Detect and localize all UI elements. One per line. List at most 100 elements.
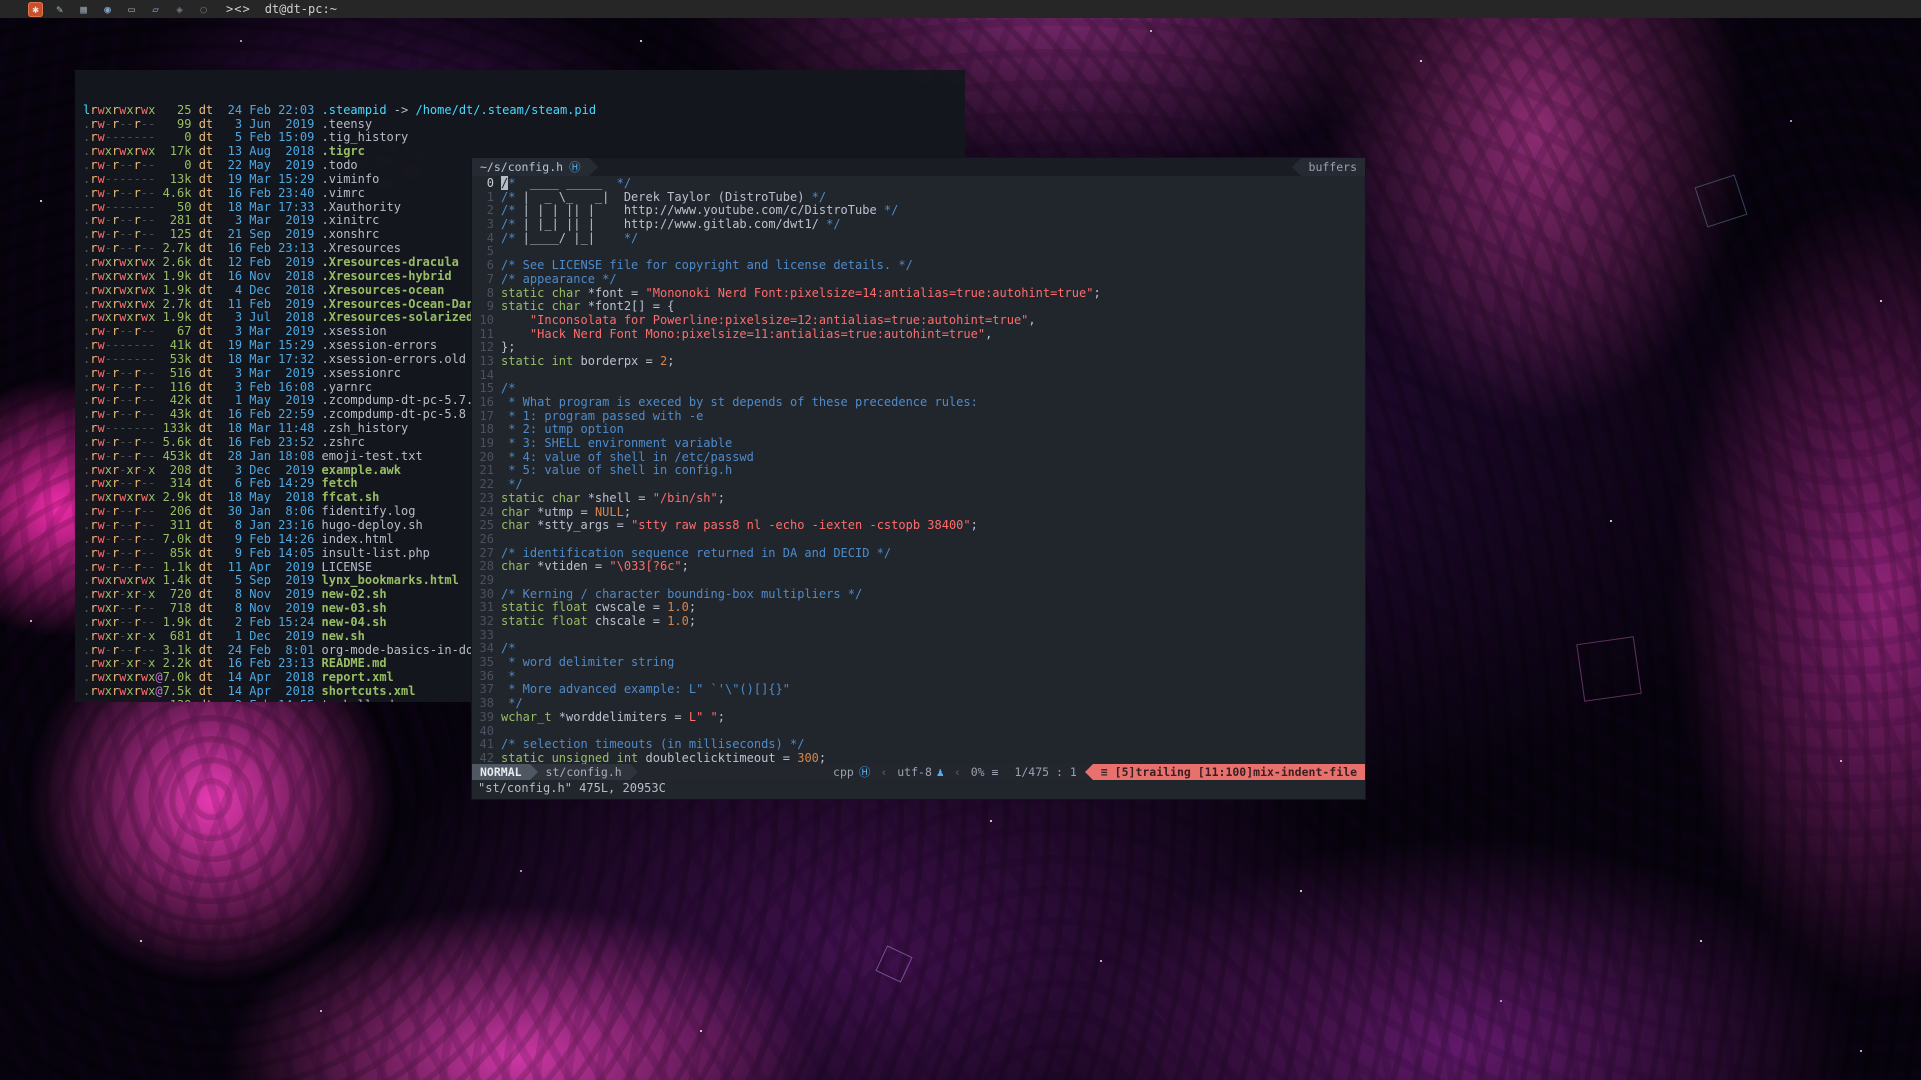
symlink-target: /home/dt/.steam/steam.pid: [415, 103, 596, 117]
file-size: 67: [163, 324, 199, 338]
file-size: 7.0k: [163, 670, 199, 684]
code-line: 10 "Inconsolata for Powerline:pixelsize=…: [472, 314, 1365, 328]
file-date: 16 Feb 22:59: [228, 407, 322, 421]
file-owner: dt: [199, 435, 213, 449]
file-owner: dt: [199, 504, 213, 518]
file-date: 8 Nov 2019: [228, 601, 322, 615]
file-date: 30 Jan 8:06: [228, 504, 322, 518]
thin-separator: ‹: [952, 764, 963, 780]
file-date: 6 Feb 14:29: [228, 476, 322, 490]
line-number: 33: [472, 629, 494, 643]
file-size: 41k: [163, 338, 199, 352]
workspace-icon-camera[interactable]: ◉: [100, 2, 115, 17]
file-name: .steampid: [322, 103, 387, 117]
file-owner: dt: [199, 698, 213, 702]
statusline-position: 1/475 : 1: [1006, 764, 1084, 780]
workspace-icon-settings[interactable]: ✱: [28, 2, 43, 17]
statusline-warnings: ≡ [5]trailing [11:100]mix-indent-file: [1093, 764, 1365, 780]
file-owner: dt: [199, 366, 213, 380]
line-number: 0: [472, 177, 494, 191]
file-size: 1.9k: [163, 310, 199, 324]
workspace-icon-files[interactable]: ▱: [148, 2, 163, 17]
file-owner: dt: [199, 380, 213, 394]
file-permissions: .rwxrwxrwx: [83, 283, 163, 297]
statusline-filetype: cppⒽ: [825, 764, 878, 780]
file-size: 3.1k: [163, 643, 199, 657]
file-size: 42k: [163, 393, 199, 407]
linux-icon: ♟: [937, 765, 944, 779]
file-owner: dt: [199, 421, 213, 435]
file-name: LICENSE: [322, 560, 373, 574]
file-permissions: .rw-------: [83, 352, 163, 366]
file-owner: dt: [199, 144, 213, 158]
file-date: 3 Mar 2019: [228, 213, 322, 227]
workspace-icon-media[interactable]: ◈: [172, 2, 187, 17]
file-date: 8 Jan 23:16: [228, 518, 322, 532]
buffers-tab[interactable]: buffers: [1301, 158, 1365, 176]
file-date: 2 Feb 14:55: [228, 698, 322, 702]
file-permissions: .rw-r--r--: [83, 449, 163, 463]
file-name: .yarnrc: [322, 380, 373, 394]
line-number: 41: [472, 738, 494, 752]
code-area[interactable]: 0/* ____ _____ */1/* | _ \_ _| Derek Tay…: [472, 176, 1365, 764]
workspace-icon-web[interactable]: ○: [196, 2, 211, 17]
file-owner: dt: [199, 297, 213, 311]
file-permissions: .rw-r--r--: [83, 393, 163, 407]
code-line: 39wchar_t *worddelimiters = L" ";: [472, 711, 1365, 725]
line-number: 24: [472, 506, 494, 520]
file-size: 2.9k: [163, 490, 199, 504]
file-size: 281: [163, 213, 199, 227]
file-permissions: .rw-r--r--: [83, 324, 163, 338]
file-permissions: .rwxrwxrwx@: [83, 670, 163, 684]
file-owner: dt: [199, 587, 213, 601]
line-number: 14: [472, 369, 494, 383]
file-permissions: .rw-r--r--: [83, 241, 163, 255]
editor-window[interactable]: ~/s/config.hⒽ buffers 0/* ____ _____ */1…: [472, 158, 1365, 799]
workspace-icon-chart[interactable]: ▦: [76, 2, 91, 17]
whitespace-icon: ≡: [1101, 765, 1108, 779]
line-number: 12: [472, 341, 494, 355]
file-size: 116: [163, 380, 199, 394]
file-size: 0: [163, 158, 199, 172]
file-date: 5 Sep 2019: [228, 573, 322, 587]
file-size: 453k: [163, 449, 199, 463]
tab-config-h[interactable]: ~/s/config.hⒽ: [472, 158, 589, 176]
file-permissions: .rwxrwxrwx: [83, 310, 163, 324]
file-owner: dt: [199, 227, 213, 241]
line-number: 39: [472, 711, 494, 725]
workspace-icon-display[interactable]: ▭: [124, 2, 139, 17]
file-date: 24 Feb 22:03: [228, 103, 322, 117]
line-number: 22: [472, 478, 494, 492]
file-owner: dt: [199, 546, 213, 560]
file-name: shortcuts.xml: [322, 684, 416, 698]
header-file-icon: Ⓗ: [569, 159, 581, 175]
file-permissions: .rw-r--r--: [83, 435, 163, 449]
line-number: 28: [472, 560, 494, 574]
code-line: 1/* | _ \_ _| Derek Taylor (DistroTube) …: [472, 191, 1365, 205]
file-size: 314: [163, 476, 199, 490]
line-number: 3: [472, 218, 494, 232]
file-date: 21 Sep 2019: [228, 227, 322, 241]
code-line: 19 * 3: SHELL environment variable: [472, 437, 1365, 451]
workspace-icons: ✱ ✎ ▦ ◉ ▭ ▱ ◈ ○: [28, 2, 220, 17]
line-number: 2: [472, 204, 494, 218]
code-line: 33: [472, 629, 1365, 643]
file-owner: dt: [199, 310, 213, 324]
cursor-position: 1/475: [1014, 765, 1049, 779]
file-name: .tig_history: [322, 130, 409, 144]
file-permissions: lrwxrwxrwx: [83, 103, 163, 117]
line-number: 35: [472, 656, 494, 670]
file-date: 19 Mar 15:29: [228, 172, 322, 186]
filetype-label: cpp: [833, 765, 854, 779]
layout-symbol[interactable]: ><>: [226, 2, 251, 16]
file-name: README.md: [322, 656, 387, 670]
file-name: .Xresources-ocean: [322, 283, 445, 297]
statusline-spacer: [638, 764, 825, 780]
file-owner: dt: [199, 560, 213, 574]
workspace-icon-edit[interactable]: ✎: [52, 2, 67, 17]
file-name: .todo: [322, 158, 358, 172]
file-permissions: .rwxrwxrwx: [83, 144, 163, 158]
vim-mode-indicator: NORMAL: [472, 764, 530, 780]
file-size: 13k: [163, 172, 199, 186]
file-name: .xsession-errors: [322, 338, 438, 352]
